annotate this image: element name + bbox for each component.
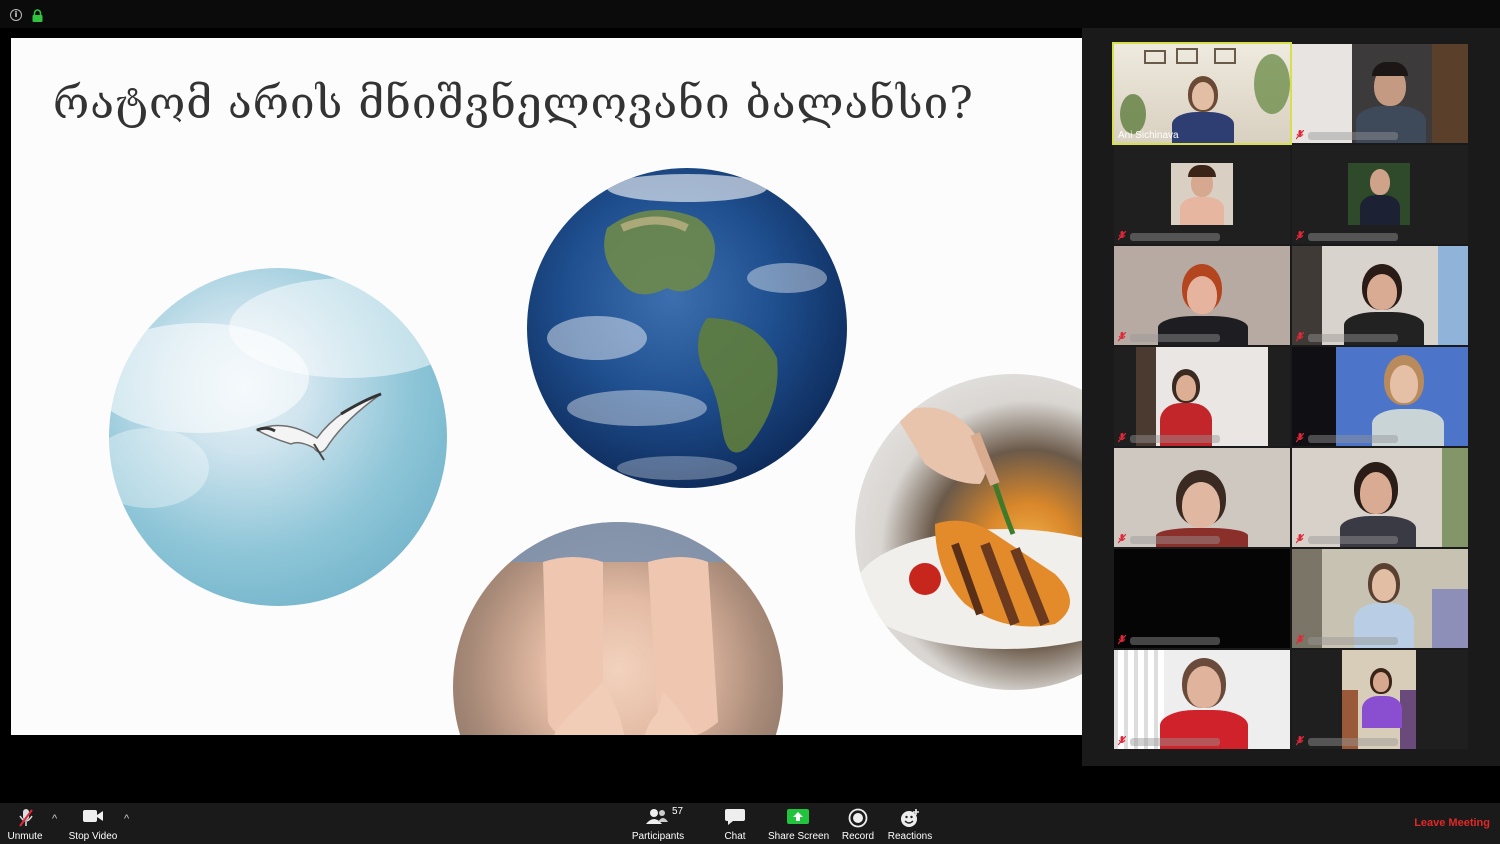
participant-name-blurred: [1308, 233, 1398, 241]
shared-screen-area: რატომ არის მნიშვნელოვანი ბალანსი?: [0, 28, 1082, 803]
video-tile[interactable]: [1114, 448, 1290, 547]
participant-name-blurred: [1130, 637, 1220, 645]
slide-title: რატომ არის მნიშვნელოვანი ბალანსი?: [53, 78, 974, 129]
participant-name-blurred: [1130, 536, 1220, 544]
muted-mic-icon: [1296, 534, 1304, 544]
unmute-button[interactable]: Unmute: [4, 803, 46, 844]
participant-name-blurred: [1308, 334, 1398, 342]
video-tile[interactable]: [1292, 44, 1468, 143]
share-screen-icon: [787, 809, 809, 824]
video-tile[interactable]: [1292, 549, 1468, 648]
reactions-label: Reactions: [887, 831, 933, 842]
participant-name-blurred: [1308, 435, 1398, 443]
share-screen-button[interactable]: Share Screen: [768, 803, 830, 844]
food-plate-image: [855, 374, 1082, 690]
video-tile[interactable]: [1114, 246, 1290, 345]
participant-name-blurred: [1308, 738, 1398, 746]
muted-mic-icon: [1118, 635, 1126, 645]
muted-mic-icon: [19, 809, 33, 827]
video-tile[interactable]: [1292, 448, 1468, 547]
participants-label: Participants: [631, 831, 685, 842]
muted-mic-icon: [1118, 433, 1126, 443]
video-tile[interactable]: [1292, 347, 1468, 446]
record-button[interactable]: Record: [838, 803, 878, 844]
chat-label: Chat: [724, 831, 746, 842]
participant-name-blurred: [1308, 132, 1398, 140]
muted-mic-icon: [1118, 231, 1126, 241]
reactions-button[interactable]: Reactions: [886, 803, 934, 844]
participants-icon: [646, 809, 668, 824]
muted-mic-icon: [1118, 534, 1126, 544]
chat-icon: [725, 809, 745, 825]
muted-mic-icon: [1296, 736, 1304, 746]
info-icon[interactable]: i: [10, 9, 22, 21]
participant-name-blurred: [1130, 334, 1220, 342]
meeting-top-bar: i: [0, 0, 1500, 28]
record-icon: [848, 808, 868, 828]
muted-mic-icon: [1118, 736, 1126, 746]
meeting-toolbar: Unmute ^ Stop Video ^ 57 Participants Ch…: [0, 803, 1500, 844]
sky-bird-image: [109, 268, 447, 606]
audio-options-chevron-icon[interactable]: ^: [52, 813, 57, 825]
stop-video-button[interactable]: Stop Video: [66, 803, 120, 844]
participant-gallery: Ani Sichinava: [1082, 28, 1500, 766]
video-tile[interactable]: [1114, 145, 1290, 244]
muted-mic-icon: [1296, 332, 1304, 342]
participant-name-blurred: [1130, 435, 1220, 443]
video-tile[interactable]: [1292, 650, 1468, 749]
participant-name-blurred: [1130, 738, 1220, 746]
video-tile[interactable]: [1114, 347, 1290, 446]
video-tile-active-speaker[interactable]: Ani Sichinava: [1112, 42, 1292, 145]
muted-mic-icon: [1296, 433, 1304, 443]
video-tile[interactable]: [1114, 650, 1290, 749]
baby-feet-image: [453, 522, 783, 735]
presentation-slide: რატომ არის მნიშვნელოვანი ბალანსი?: [11, 38, 1082, 735]
participant-name-blurred: [1130, 233, 1220, 241]
participant-name-blurred: [1308, 637, 1398, 645]
muted-mic-icon: [1296, 130, 1304, 140]
video-options-chevron-icon[interactable]: ^: [124, 813, 129, 825]
chat-button[interactable]: Chat: [714, 803, 756, 844]
participant-name-blurred: [1308, 536, 1398, 544]
video-tile[interactable]: [1292, 246, 1468, 345]
video-camera-icon: [83, 810, 103, 822]
share-screen-label: Share Screen: [768, 831, 830, 842]
muted-mic-icon: [1118, 332, 1126, 342]
video-tile-camera-off[interactable]: [1114, 549, 1290, 648]
record-label: Record: [841, 831, 875, 842]
leave-meeting-button[interactable]: Leave Meeting: [1414, 817, 1490, 829]
muted-mic-icon: [1296, 231, 1304, 241]
participants-button[interactable]: 57 Participants: [628, 803, 688, 844]
earth-image: [527, 168, 847, 488]
video-tile[interactable]: [1292, 145, 1468, 244]
reactions-icon: [901, 809, 919, 827]
stop-video-label: Stop Video: [68, 831, 118, 842]
lock-icon[interactable]: [32, 9, 43, 22]
participant-name: Ani Sichinava: [1118, 130, 1179, 141]
unmute-label: Unmute: [7, 831, 43, 842]
participants-count: 57: [672, 806, 684, 817]
muted-mic-icon: [1296, 635, 1304, 645]
